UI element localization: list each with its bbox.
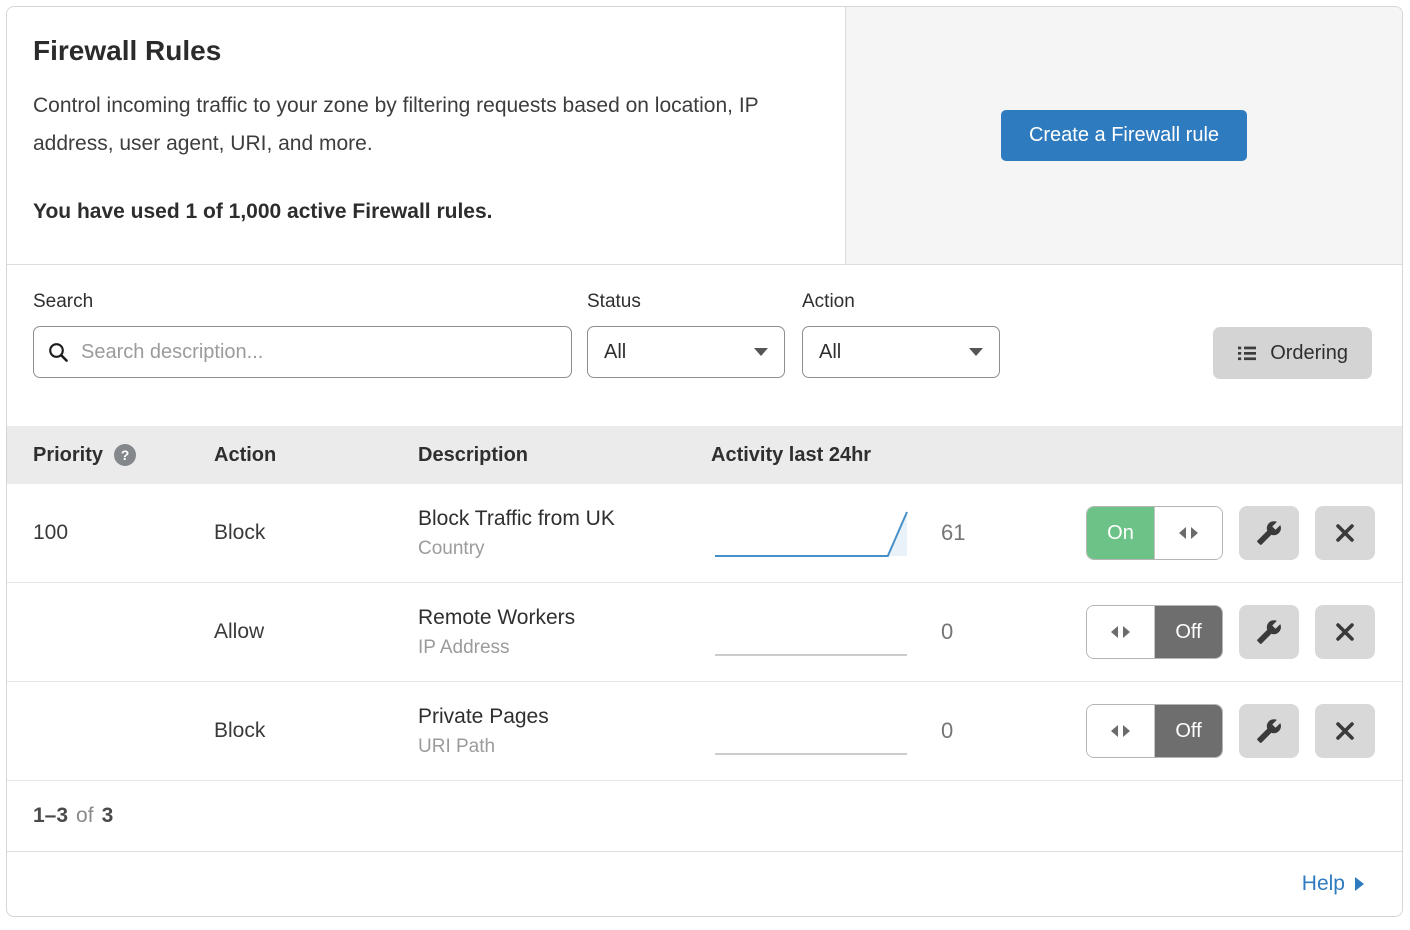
toggle-handle-icon — [1087, 606, 1155, 658]
ordering-button-label: Ordering — [1270, 342, 1348, 365]
ordering-button[interactable]: Ordering — [1213, 327, 1372, 379]
header-text-block: Firewall Rules Control incoming traffic … — [7, 7, 846, 264]
rule-type: IP Address — [418, 637, 711, 659]
edit-rule-button[interactable] — [1239, 704, 1299, 758]
header-action-panel: Create a Firewall rule — [846, 7, 1402, 264]
chevron-down-icon — [969, 348, 983, 356]
rule-type: URI Path — [418, 736, 711, 758]
close-x-icon — [1334, 522, 1356, 544]
search-icon — [48, 342, 69, 363]
table-row: Block Private Pages URI Path 0 Off — [7, 682, 1402, 781]
help-arrow-icon — [1355, 877, 1364, 891]
wrench-icon — [1256, 619, 1282, 645]
action-label: Action — [802, 291, 1000, 313]
table-body: 100 Block Block Traffic from UK Country … — [7, 484, 1402, 781]
wrench-icon — [1256, 520, 1282, 546]
firewall-rules-panel: Firewall Rules Control incoming traffic … — [6, 6, 1403, 917]
help-link-label: Help — [1302, 872, 1345, 896]
delete-rule-button[interactable] — [1315, 605, 1375, 659]
rule-controls: Off — [1086, 605, 1375, 659]
rule-controls: On — [1086, 506, 1375, 560]
panel-header: Firewall Rules Control incoming traffic … — [7, 7, 1402, 265]
activity-count: 0 — [941, 619, 953, 645]
enable-toggle[interactable]: Off — [1086, 704, 1223, 758]
toggle-handle-icon — [1154, 507, 1222, 559]
activity-cell: 61 — [711, 504, 1086, 562]
description-cell: Remote Workers IP Address — [418, 606, 711, 659]
pagination-total: 3 — [102, 804, 114, 828]
edit-rule-button[interactable] — [1239, 605, 1299, 659]
toggle-handle-icon — [1087, 705, 1155, 757]
action-cell: Allow — [214, 620, 418, 644]
action-cell: Block — [214, 521, 418, 545]
wrench-icon — [1256, 718, 1282, 744]
column-header-action: Action — [214, 444, 418, 467]
rule-description: Private Pages — [418, 705, 711, 729]
create-firewall-rule-button[interactable]: Create a Firewall rule — [1001, 110, 1247, 161]
help-bar: Help — [7, 852, 1402, 915]
priority-cell: 100 — [33, 521, 214, 545]
table-row: 100 Block Block Traffic from UK Country … — [7, 484, 1402, 583]
status-select[interactable]: All — [587, 326, 785, 378]
edit-rule-button[interactable] — [1239, 506, 1299, 560]
toggle-state-label: Off — [1155, 606, 1222, 658]
rule-type: Country — [418, 538, 711, 560]
activity-cell: 0 — [711, 702, 1086, 760]
ordering-list-icon — [1237, 343, 1257, 363]
column-header-description: Description — [418, 444, 711, 467]
activity-count: 61 — [941, 520, 965, 546]
enable-toggle[interactable]: On — [1086, 506, 1223, 560]
filter-bar: Search Status All Action All — [7, 265, 1402, 426]
search-box[interactable] — [33, 326, 572, 378]
activity-cell: 0 — [711, 603, 1086, 661]
pagination-range: 1–3 — [33, 804, 68, 828]
status-selected-value: All — [604, 341, 626, 364]
enable-toggle[interactable]: Off — [1086, 605, 1223, 659]
activity-sparkline — [711, 504, 911, 562]
table-header: Priority ? Action Description Activity l… — [7, 426, 1402, 484]
rule-description: Remote Workers — [418, 606, 711, 630]
description-cell: Private Pages URI Path — [418, 705, 711, 758]
search-label: Search — [33, 291, 572, 313]
priority-help-icon[interactable]: ? — [114, 444, 136, 466]
activity-count: 0 — [941, 718, 953, 744]
toggle-state-label: On — [1087, 507, 1154, 559]
status-label: Status — [587, 291, 785, 313]
delete-rule-button[interactable] — [1315, 506, 1375, 560]
table-row: Allow Remote Workers IP Address 0 Off — [7, 583, 1402, 682]
pagination-bar: 1–3 of 3 — [7, 781, 1402, 852]
action-select[interactable]: All — [802, 326, 1000, 378]
close-x-icon — [1334, 621, 1356, 643]
help-link[interactable]: Help — [1302, 872, 1364, 896]
page-description: Control incoming traffic to your zone by… — [33, 87, 808, 163]
description-cell: Block Traffic from UK Country — [418, 507, 711, 560]
column-header-activity: Activity last 24hr — [711, 444, 1086, 467]
page-title: Firewall Rules — [33, 35, 815, 67]
pagination-of: of — [76, 804, 94, 828]
action-cell: Block — [214, 719, 418, 743]
usage-note: You have used 1 of 1,000 active Firewall… — [33, 200, 815, 224]
activity-sparkline — [711, 603, 911, 661]
search-input[interactable] — [79, 340, 557, 365]
chevron-down-icon — [754, 348, 768, 356]
toggle-state-label: Off — [1155, 705, 1222, 757]
rule-description: Block Traffic from UK — [418, 507, 711, 531]
rule-controls: Off — [1086, 704, 1375, 758]
activity-sparkline — [711, 702, 911, 760]
delete-rule-button[interactable] — [1315, 704, 1375, 758]
column-header-priority: Priority — [33, 444, 103, 467]
action-selected-value: All — [819, 341, 841, 364]
close-x-icon — [1334, 720, 1356, 742]
